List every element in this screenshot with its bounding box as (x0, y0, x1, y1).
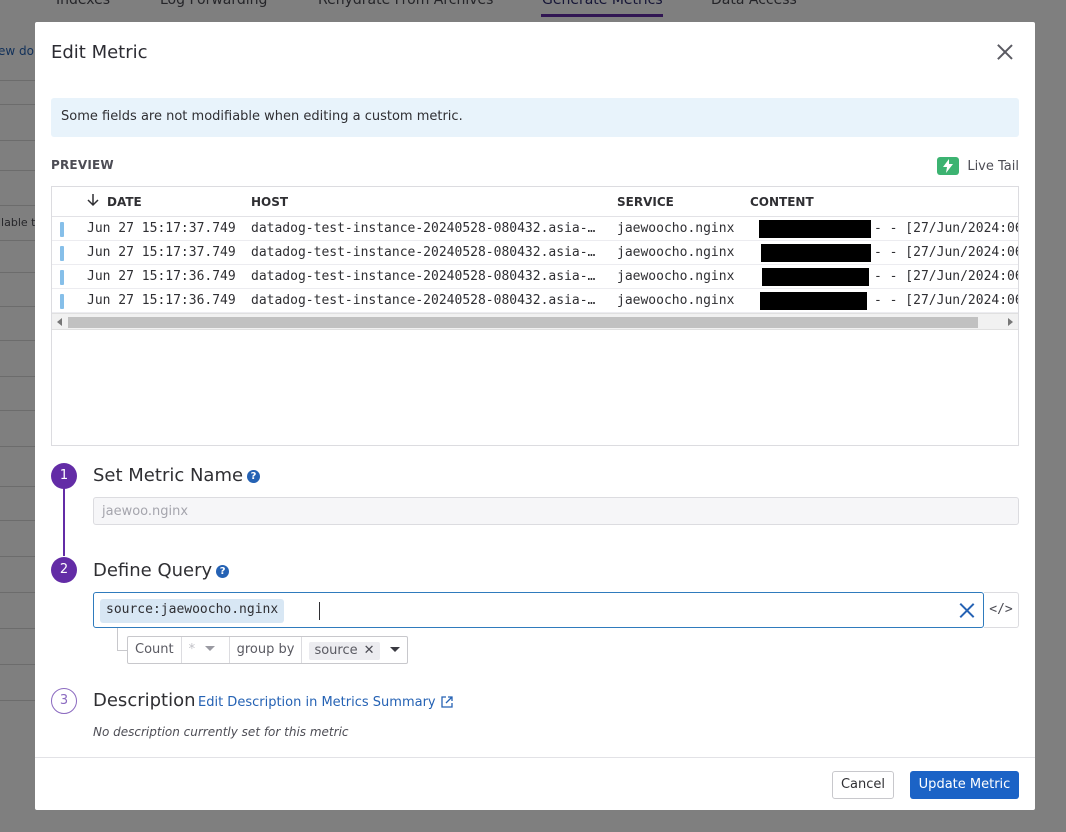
step-3-badge: 3 (51, 688, 77, 714)
row-date: Jun 27 15:17:37.749 (87, 245, 236, 260)
set-metric-name-label: Set Metric Name (93, 465, 244, 486)
measure-value: * (188, 642, 196, 657)
step-2-badge: 2 (51, 557, 77, 583)
preview-label: PREVIEW (51, 158, 114, 172)
live-tail-label: Live Tail (967, 158, 1019, 174)
step-1-badge: 1 (51, 463, 77, 489)
row-host: datadog-test-instance-20240528-080432.as… (251, 245, 596, 260)
query-filter-tag[interactable]: source:jaewoocho.nginx (100, 599, 285, 623)
metric-name-field: jaewoo.nginx (93, 497, 1019, 525)
step-1-title: Set Metric Name? (93, 465, 261, 486)
help-icon[interactable]: ? (247, 470, 261, 483)
row-content: - - [27/Jun/2024:06 (874, 269, 1019, 284)
column-header-content[interactable]: CONTENT (750, 195, 814, 209)
description-empty-text: No description currently set for this me… (93, 725, 349, 739)
edit-description-label: Edit Description in Metrics Summary (198, 695, 436, 710)
text-cursor (319, 602, 320, 620)
scroll-left-arrow-icon[interactable] (57, 318, 62, 326)
external-link-icon (440, 696, 453, 708)
row-content: - - [27/Jun/2024:06 (874, 293, 1019, 308)
aggregation-connector (117, 628, 127, 651)
group-by-select[interactable]: source ✕ (302, 637, 406, 663)
table-row[interactable]: Jun 27 15:17:37.749 datadog-test-instanc… (52, 217, 1018, 241)
status-indicator (60, 246, 64, 261)
sort-descending-icon[interactable] (87, 193, 99, 207)
row-date: Jun 27 15:17:36.749 (87, 269, 236, 284)
group-by-tag: source ✕ (309, 642, 380, 660)
row-service: jaewoocho.nginx (617, 245, 735, 260)
cancel-button[interactable]: Cancel (832, 771, 894, 799)
aggregation-controls: Count * group by source ✕ (127, 636, 408, 664)
table-row[interactable]: Jun 27 15:17:36.749 datadog-test-instanc… (52, 265, 1018, 289)
close-icon[interactable] (995, 42, 1015, 62)
preview-table: DATE HOST SERVICE CONTENT Jun 27 15:17:3… (51, 186, 1019, 446)
update-metric-button[interactable]: Update Metric (910, 771, 1019, 799)
query-search-input[interactable]: source:jaewoocho.nginx (93, 592, 984, 628)
edit-description-link[interactable]: Edit Description in Metrics Summary (198, 695, 453, 710)
code-toggle-button[interactable]: </> (984, 592, 1019, 628)
preview-table-header: DATE HOST SERVICE CONTENT (52, 187, 1018, 217)
table-row[interactable]: Jun 27 15:17:37.749 datadog-test-instanc… (52, 241, 1018, 265)
status-indicator (60, 270, 64, 285)
row-host: datadog-test-instance-20240528-080432.as… (251, 269, 596, 284)
redacted-block (762, 268, 869, 286)
live-tail-button[interactable]: Live Tail (937, 157, 1019, 175)
row-service: jaewoocho.nginx (617, 269, 735, 284)
chevron-down-icon[interactable] (389, 647, 400, 652)
remove-tag-icon[interactable]: ✕ (364, 642, 375, 660)
table-row[interactable]: Jun 27 15:17:36.749 datadog-test-instanc… (52, 289, 1018, 313)
row-host: datadog-test-instance-20240528-080432.as… (251, 293, 596, 308)
step-connector-line (63, 488, 65, 556)
row-service: jaewoocho.nginx (617, 221, 735, 236)
group-by-tag-label: source (314, 643, 358, 658)
row-content: - - [27/Jun/2024:06 (874, 245, 1019, 260)
define-query-label: Define Query (93, 560, 213, 581)
column-header-date[interactable]: DATE (107, 195, 142, 209)
aggregation-function[interactable]: Count (128, 637, 182, 663)
row-host: datadog-test-instance-20240528-080432.as… (251, 221, 596, 236)
row-service: jaewoocho.nginx (617, 293, 735, 308)
redacted-block (761, 244, 871, 262)
lightning-bolt-icon (937, 157, 960, 175)
redacted-block (759, 220, 871, 238)
help-icon[interactable]: ? (216, 565, 230, 578)
scroll-right-arrow-icon[interactable] (1008, 318, 1013, 326)
clear-query-icon[interactable] (958, 602, 975, 619)
row-date: Jun 27 15:17:37.749 (87, 221, 236, 236)
modal-footer: Cancel Update Metric (35, 757, 1035, 810)
scrollbar-thumb[interactable] (68, 317, 978, 328)
group-by-label: group by (230, 637, 303, 663)
redacted-block (760, 292, 867, 310)
chevron-down-icon (205, 646, 216, 651)
column-header-host[interactable]: HOST (251, 195, 288, 209)
row-date: Jun 27 15:17:36.749 (87, 293, 236, 308)
info-banner: Some fields are not modifiable when edit… (51, 98, 1019, 137)
status-indicator (60, 222, 64, 237)
row-content: - - [27/Jun/2024:06 (874, 221, 1019, 236)
horizontal-scrollbar[interactable] (52, 313, 1018, 330)
edit-metric-modal: Edit Metric Some fields are not modifiab… (35, 22, 1035, 810)
step-3-title: Description (93, 690, 196, 711)
measure-select[interactable]: * (182, 637, 230, 663)
step-2-title: Define Query? (93, 560, 230, 581)
column-header-service[interactable]: SERVICE (617, 195, 674, 209)
status-indicator (60, 294, 64, 309)
modal-title: Edit Metric (51, 42, 148, 63)
